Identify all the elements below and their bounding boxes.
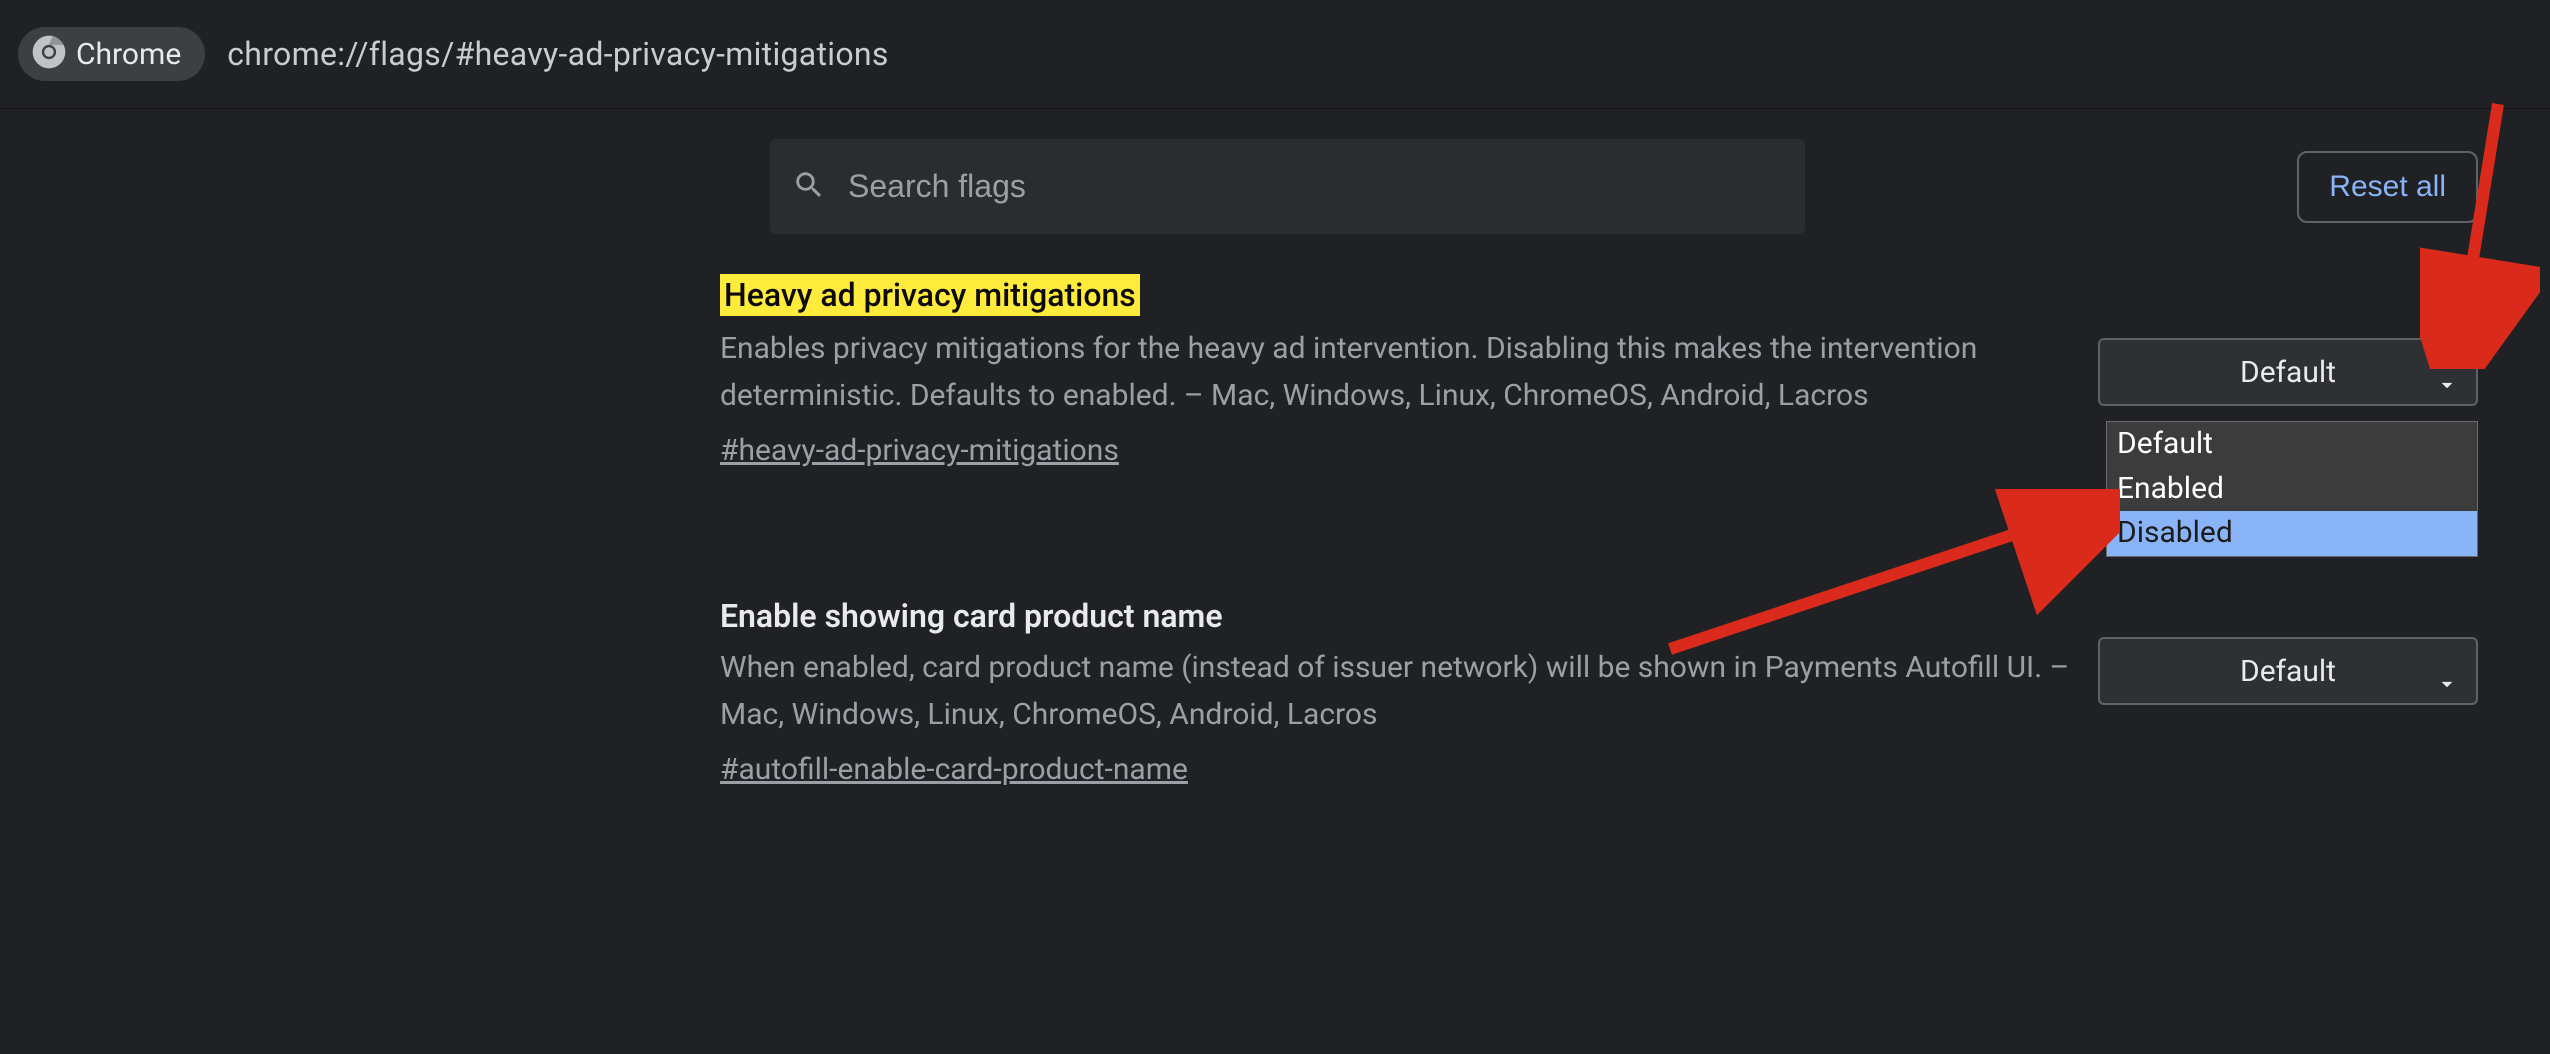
- flag-description: When enabled, card product name (instead…: [720, 645, 2080, 738]
- search-row: Reset all: [0, 139, 2550, 234]
- flags-page: Reset all Heavy ad privacy mitigations E…: [0, 109, 2550, 1054]
- flag-description: Enables privacy mitigations for the heav…: [720, 326, 2080, 419]
- flag-anchor-link[interactable]: #heavy-ad-privacy-mitigations: [720, 433, 1119, 468]
- dropdown-option-disabled[interactable]: Disabled: [2107, 511, 2477, 556]
- flag-anchor-link[interactable]: #autofill-enable-card-product-name: [720, 752, 1188, 787]
- flag-state-dropdown[interactable]: Default Enabled Disabled: [2106, 421, 2478, 557]
- site-chip[interactable]: Chrome: [18, 27, 205, 81]
- reset-all-button[interactable]: Reset all: [2297, 151, 2478, 223]
- url-text[interactable]: chrome://flags/#heavy-ad-privacy-mitigat…: [227, 35, 888, 73]
- address-bar: Chrome chrome://flags/#heavy-ad-privacy-…: [0, 0, 2550, 108]
- flag-text-block: Enable showing card product name When en…: [720, 597, 2080, 787]
- search-input[interactable]: [848, 168, 1783, 205]
- site-chip-label: Chrome: [76, 37, 181, 72]
- flag-title: Enable showing card product name: [720, 597, 1223, 635]
- flag-state-select[interactable]: Default: [2098, 338, 2478, 406]
- flag-state-select[interactable]: Default: [2098, 637, 2478, 705]
- search-icon: [792, 168, 826, 206]
- flag-state-value: Default: [2100, 654, 2476, 689]
- search-box[interactable]: [770, 139, 1805, 234]
- dropdown-option-enabled[interactable]: Enabled: [2107, 467, 2477, 512]
- chrome-icon: [32, 35, 66, 73]
- flag-title: Heavy ad privacy mitigations: [720, 274, 1140, 316]
- flag-text-block: Heavy ad privacy mitigations Enables pri…: [720, 274, 2080, 468]
- flag-state-value: Default: [2100, 355, 2476, 390]
- dropdown-option-default[interactable]: Default: [2107, 422, 2477, 467]
- flag-item: Enable showing card product name When en…: [720, 597, 2478, 787]
